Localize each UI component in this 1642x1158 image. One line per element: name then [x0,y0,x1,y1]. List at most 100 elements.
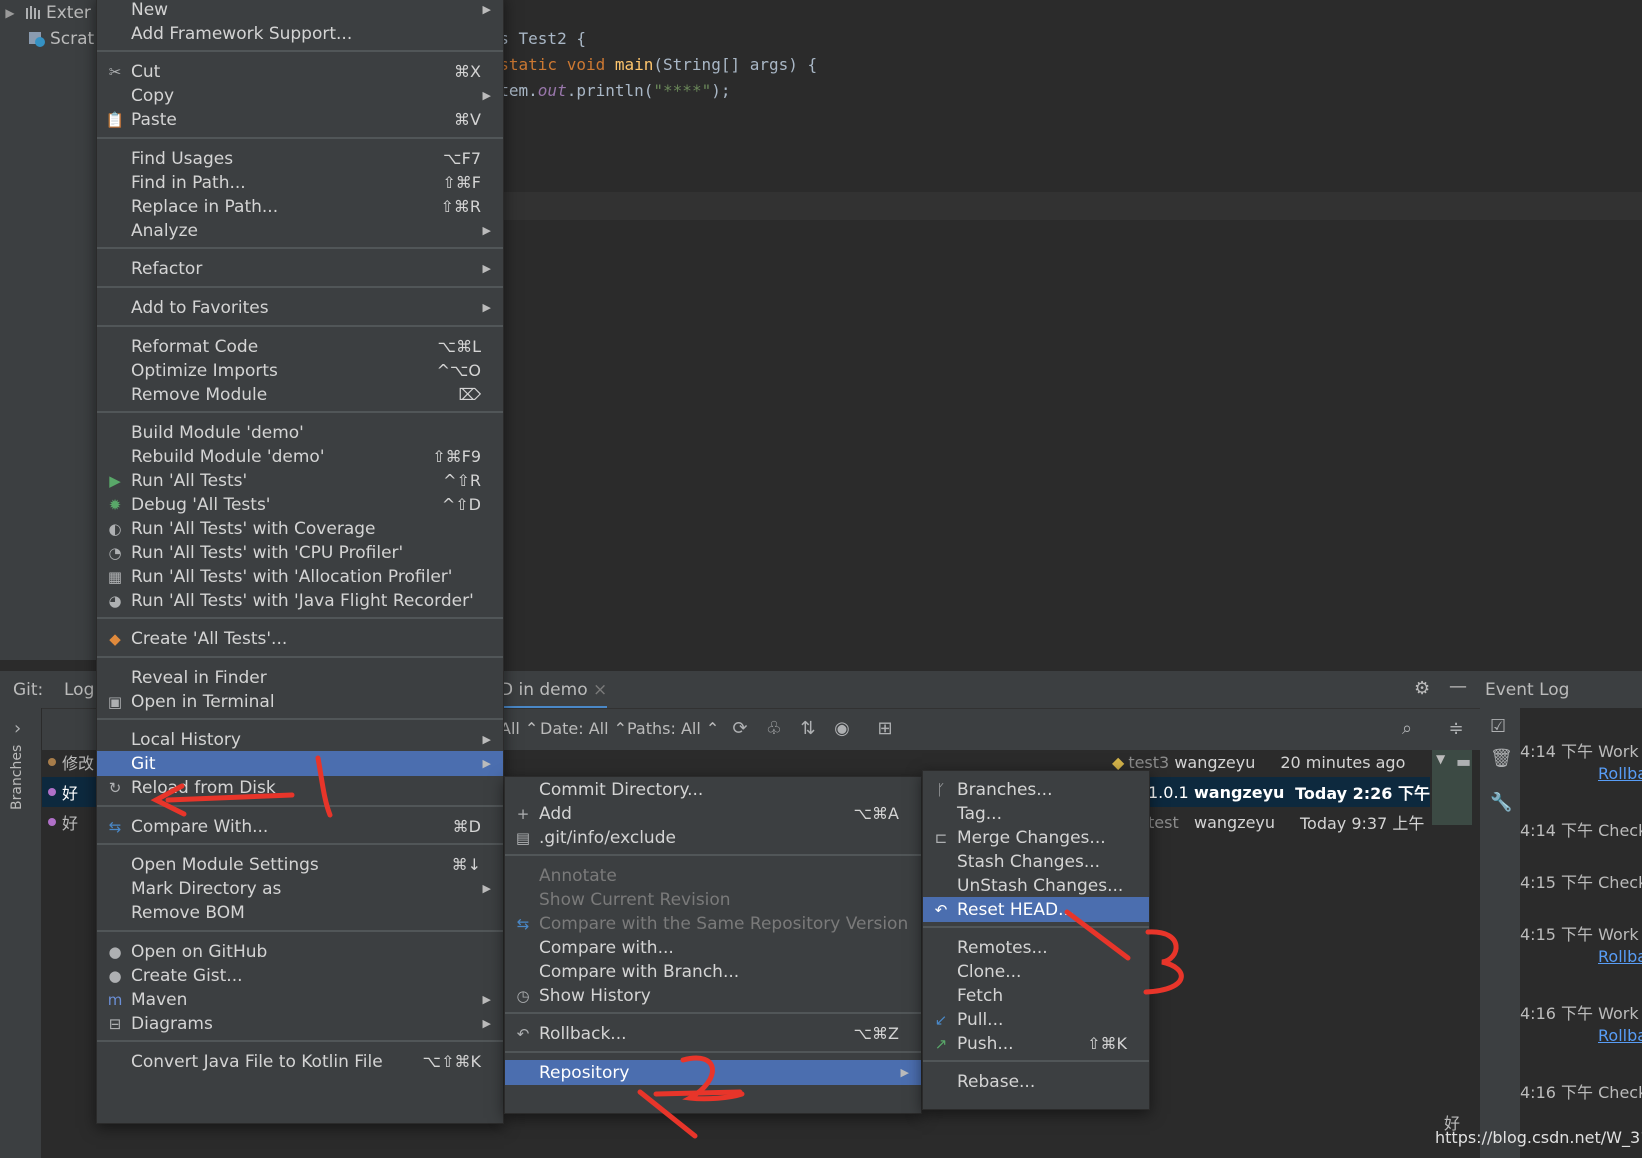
commit-row-3[interactable]: test wangzeyu Today 9:37 上午 [1148,807,1430,837]
tree-item-scratches[interactable]: Scrat [20,26,94,52]
menu-item-add-framework-support[interactable]: Add Framework Support... [97,21,503,46]
settings-gear-icon[interactable]: ⚙ [1414,678,1430,699]
menu-item-refactor[interactable]: Refactor ▶ [97,256,503,281]
menu-item-convert-java-file-to-kotlin-file[interactable]: Convert Java File to Kotlin File ⌥⇧⌘K [97,1049,503,1074]
menu-item-compare-with[interactable]: ⇆ Compare With... ⌘D [97,814,503,839]
menu-item-run-all-tests-with-java-flight-recorder[interactable]: ◕ Run 'All Tests' with 'Java Flight Recor… [97,588,503,613]
menu-item-reveal-in-finder[interactable]: Reveal in Finder [97,665,503,690]
terminal-icon: ▣ [107,692,123,711]
paths-filter[interactable]: Paths: All ⌃ [627,719,719,738]
menu-item-remotes[interactable]: Remotes... [923,935,1149,960]
menu-item-remove-module[interactable]: Remove Module ⌦ [97,382,503,407]
menu-item-create-gist[interactable]: ● Create Gist... [97,963,503,988]
collapse-icon[interactable]: ≑ [1443,715,1469,743]
menu-item-analyze[interactable]: Analyze ▶ [97,218,503,243]
graph-row-1[interactable]: 修改 [42,747,102,777]
menu-item-create-all-tests[interactable]: ◆ Create 'All Tests'... [97,626,503,651]
menu-item-run-all-tests-with-allocation-profiler[interactable]: ▦ Run 'All Tests' with 'Allocation Profil… [97,564,503,589]
menu-item-rollback[interactable]: ↶ Rollback... ⌥⌘Z [505,1021,921,1046]
run-icon: ▶ [109,471,121,490]
git-submenu: Commit Directory... + Add ⌥⌘A ▤ .git/info/exc… [504,776,922,1114]
menu-item-reset-head[interactable]: ↶ Reset HEAD... [923,897,1149,922]
graph-row-3[interactable]: 好 [42,807,102,837]
menu-item-pull[interactable]: ↙ Pull... [923,1007,1149,1032]
menu-item-open-module-settings[interactable]: Open Module Settings ⌘↓ [97,852,503,877]
menu-item-local-history[interactable]: Local History ▶ [97,727,503,752]
cherry-pick-icon[interactable]: ♧ [761,715,787,743]
date-filter[interactable]: Date: All ⌃ [540,719,627,738]
menu-item-run-all-tests-with-cpu-profiler[interactable]: ◔ Run 'All Tests' with 'CPU Profiler' [97,540,503,565]
event-link-1[interactable]: Rollba [1598,764,1642,783]
code-editor[interactable]: ass Test2 { c static void main(String[] … [480,0,1642,670]
branches-label[interactable]: Branches [9,745,25,810]
menu-item-compare-with[interactable]: Compare with... [505,935,921,960]
menu-item-cut[interactable]: ✂ Cut ⌘X [97,59,503,84]
menu-item-branches[interactable]: ᚴ Branches... [923,777,1149,802]
menu-item-new[interactable]: New ▶ [97,0,503,22]
menu-item-diagrams[interactable]: ⊟ Diagrams ▶ [97,1011,503,1036]
menu-item-commit-directory[interactable]: Commit Directory... [505,777,921,802]
menu-item-git-info-exclude[interactable]: ▤ .git/info/exclude [505,825,921,850]
menu-item-clone[interactable]: Clone... [923,959,1149,984]
menu-item-unstash-changes[interactable]: UnStash Changes... [923,873,1149,898]
menu-item-repository[interactable]: Repository ▶ [505,1060,921,1085]
menu-item-remove-bom[interactable]: Remove BOM [97,900,503,925]
wrench-icon[interactable]: 🔧 [1490,792,1512,813]
library-icon [26,6,40,19]
close-tab-icon[interactable]: × [593,680,607,700]
menu-item-find-in-path[interactable]: Find in Path... ⇧⌘F [97,170,503,195]
refresh-icon[interactable]: ⟳ [727,715,753,743]
event-link-4[interactable]: Rollba [1598,947,1642,966]
eye-icon[interactable]: ◉ [829,715,855,743]
menu-item-label: Repository [539,1062,630,1083]
trash-icon[interactable]: 🗑 [1490,748,1513,769]
menu-item-rebase[interactable]: Rebase... [923,1069,1149,1094]
menu-item-open-on-github[interactable]: ● Open on GitHub [97,939,503,964]
menu-item-show-history[interactable]: ◷ Show History [505,983,921,1008]
filter-dropdown-icon[interactable]: ▼ [1436,752,1445,766]
menu-item-mark-directory-as[interactable]: Mark Directory as ▶ [97,876,503,901]
menu-item-optimize-imports[interactable]: Optimize Imports ^⌥O [97,358,503,383]
menu-item-reload-from-disk[interactable]: ↻ Reload from Disk [97,775,503,800]
menu-item-git[interactable]: Git ▶ [97,751,503,776]
log-tab-demo[interactable]: D in demo × [500,680,608,709]
commit-row-2[interactable]: 1.0.1 wangzeyu Today 2:26 下午 [1148,777,1430,807]
menu-item-run-all-tests-with-coverage[interactable]: ◐ Run 'All Tests' with Coverage [97,516,503,541]
menu-item-replace-in-path[interactable]: Replace in Path... ⇧⌘R [97,194,503,219]
menu-item-stash-changes[interactable]: Stash Changes... [923,849,1149,874]
menu-item-open-in-terminal[interactable]: ▣ Open in Terminal [97,689,503,714]
minimize-icon[interactable]: — [1449,676,1467,697]
menu-item-reformat-code[interactable]: Reformat Code ⌥⌘L [97,334,503,359]
event-link-5[interactable]: Rollba [1598,1026,1642,1045]
menu-item-copy[interactable]: Copy ▶ [97,83,503,108]
folder-icon[interactable]: ▬ [1456,752,1471,771]
menu-item-find-usages[interactable]: Find Usages ⌥F7 [97,146,503,171]
new-tab-icon[interactable]: ⊞ [872,715,898,743]
menu-item-add-to-favorites[interactable]: Add to Favorites ▶ [97,295,503,320]
event-entry-5: 4:16 下午 Work [1520,1004,1639,1023]
tree-item-external-libraries[interactable]: ▶ Exter [0,0,91,26]
menu-item-merge-changes[interactable]: ⊏ Merge Changes... [923,825,1149,850]
expand-arrow-icon[interactable]: ▶ [4,6,16,20]
menu-item-rebuild-module-demo[interactable]: Rebuild Module 'demo' ⇧⌘F9 [97,444,503,469]
menu-item-fetch[interactable]: Fetch [923,983,1149,1008]
graph-row-2[interactable]: 好 [42,777,102,807]
search-icon[interactable]: ⌕ [1394,715,1420,743]
menu-item-maven[interactable]: m Maven ▶ [97,987,503,1012]
compare-icon: ⇆ [108,817,122,836]
menu-item-run-all-tests[interactable]: ▶ Run 'All Tests' ^⇧R [97,468,503,493]
menu-item-compare-with-branch[interactable]: Compare with Branch... [505,959,921,984]
menu-item-paste[interactable]: 📋 Paste ⌘V [97,107,503,132]
watermark: https://blog.csdn.net/W_317 [1435,1128,1642,1147]
menu-item-debug-all-tests[interactable]: ✹ Debug 'All Tests' ^⇧D [97,492,503,517]
commit-row-1[interactable]: ◆ test3 wangzeyu 20 minutes ago [1112,747,1430,777]
branch-filter[interactable]: All ⌃ [500,719,538,738]
menu-item-build-module-demo[interactable]: Build Module 'demo' [97,420,503,445]
log-tab[interactable]: Log: [64,680,100,700]
sort-icon[interactable]: ⇅ [795,715,821,743]
menu-item-push[interactable]: ↗ Push... ⇧⌘K [923,1031,1149,1056]
menu-item-add[interactable]: + Add ⌥⌘A [505,801,921,826]
menu-item-tag[interactable]: Tag... [923,801,1149,826]
checkbox-icon[interactable]: ☑ [1490,716,1506,737]
chevron-right-icon[interactable]: › [14,718,21,739]
